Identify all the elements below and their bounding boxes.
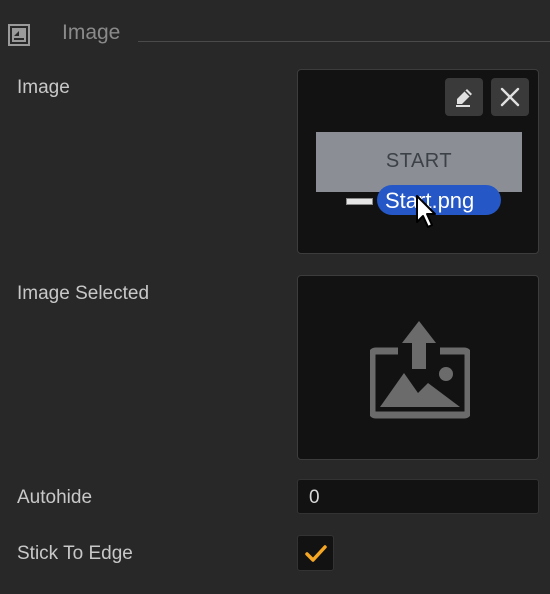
pointer-cursor-icon [415,194,439,235]
autohide-label: Autohide [17,487,93,508]
stick-to-edge-label: Stick To Edge [17,543,133,564]
image-selected-drop-zone[interactable] [297,275,539,460]
preview-text: START [385,150,453,172]
upload-image-icon [368,321,472,426]
image-section-icon [8,24,30,46]
image-drop-zone[interactable]: START Start.png [297,69,539,254]
section-header: Image [0,16,550,52]
drag-ghost-icon [346,198,373,205]
section-divider [138,41,550,42]
section-title: Image [62,21,121,44]
image-selected-label: Image Selected [17,283,150,304]
dragged-file-pill: Start.png [377,185,501,215]
autohide-value: 0 [309,487,320,508]
image-preview: START [316,132,522,192]
image-label: Image [17,77,70,98]
edit-image-button[interactable] [445,78,483,116]
clear-image-button[interactable] [491,78,529,116]
autohide-input[interactable]: 0 [297,479,539,514]
stick-to-edge-checkbox[interactable] [297,535,334,571]
